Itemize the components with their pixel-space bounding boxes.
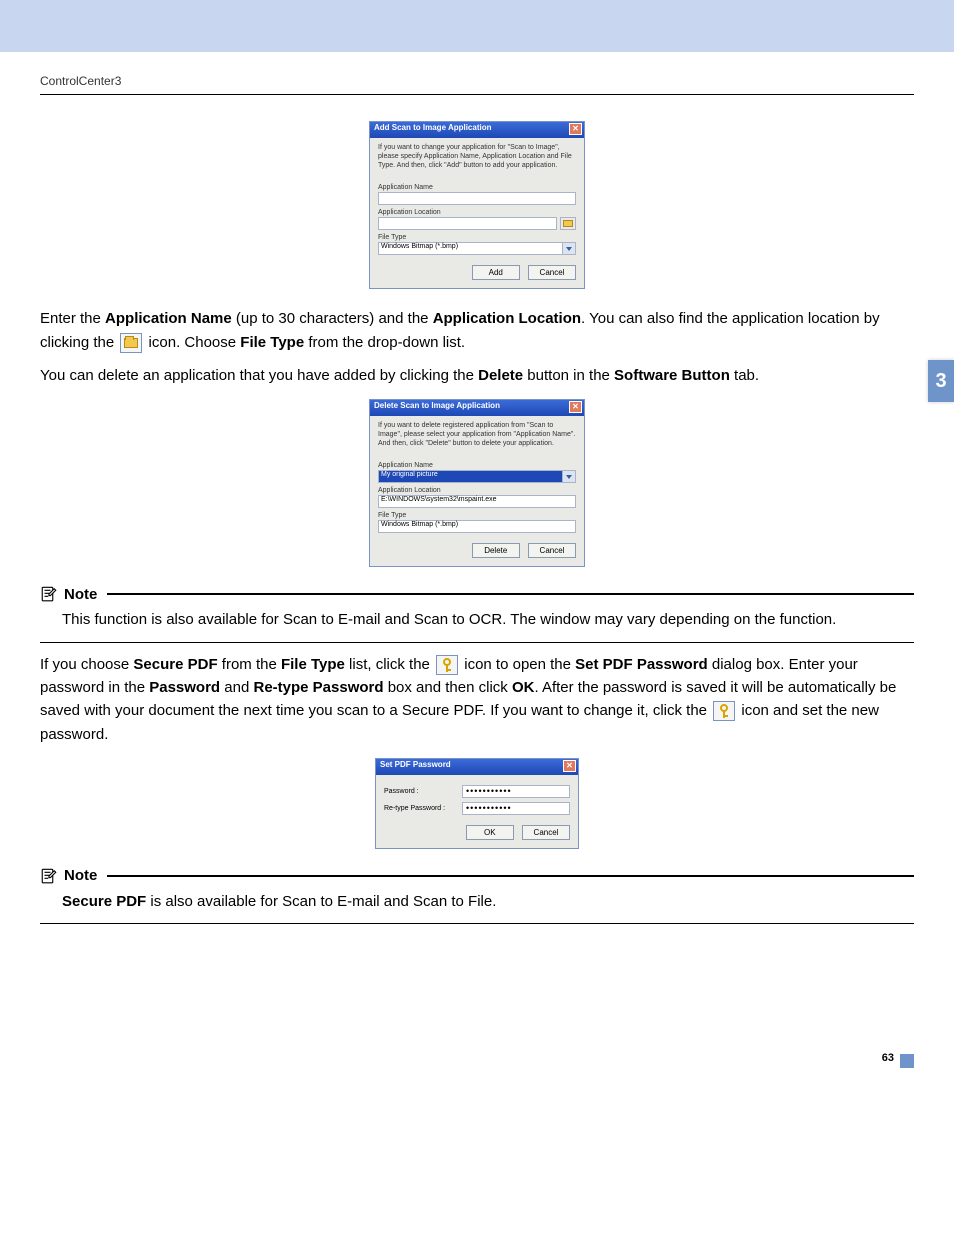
password-label: Password : bbox=[384, 788, 462, 795]
close-icon[interactable]: ✕ bbox=[563, 760, 576, 772]
note-icon bbox=[40, 867, 58, 885]
app-name-label: Application Name bbox=[378, 184, 576, 191]
footer-mark bbox=[900, 1054, 914, 1068]
cancel-button[interactable]: Cancel bbox=[528, 543, 576, 558]
delete-button[interactable]: Delete bbox=[472, 543, 520, 558]
paragraph: You can delete an application that you h… bbox=[40, 364, 914, 387]
folder-icon bbox=[124, 338, 138, 348]
set-pdf-password-dialog: Set PDF Password ✕ Password : ••••••••••… bbox=[375, 758, 579, 849]
breadcrumb: ControlCenter3 bbox=[40, 74, 914, 88]
dialog-titlebar: Delete Scan to Image Application ✕ bbox=[370, 400, 584, 416]
note-title: Note bbox=[64, 586, 97, 603]
add-button[interactable]: Add bbox=[472, 265, 520, 280]
app-location-label: Application Location bbox=[378, 209, 576, 216]
key-inline-icon bbox=[713, 701, 735, 721]
note-title: Note bbox=[64, 867, 97, 884]
note-rule bbox=[107, 593, 914, 595]
paragraph: Enter the Application Name (up to 30 cha… bbox=[40, 307, 914, 354]
header-rule bbox=[40, 94, 914, 95]
app-name-select[interactable]: My original picture bbox=[378, 470, 576, 483]
add-app-dialog: Add Scan to Image Application ✕ If you w… bbox=[369, 121, 585, 289]
browse-button[interactable] bbox=[560, 217, 576, 230]
app-name-value: My original picture bbox=[381, 471, 438, 478]
note-body: Secure PDF is also available for Scan to… bbox=[40, 885, 914, 924]
note-box: Note Secure PDF is also available for Sc… bbox=[40, 867, 914, 925]
file-type-field: Windows Bitmap (*.bmp) bbox=[378, 520, 576, 533]
retype-password-label: Re-type Password : bbox=[384, 805, 462, 812]
cancel-button[interactable]: Cancel bbox=[528, 265, 576, 280]
cancel-button[interactable]: Cancel bbox=[522, 825, 570, 840]
password-field[interactable]: ••••••••••• bbox=[462, 785, 570, 798]
app-location-field: E:\WINDOWS\system32\mspaint.exe bbox=[378, 495, 576, 508]
note-body: This function is also available for Scan… bbox=[40, 603, 914, 642]
paragraph: If you choose Secure PDF from the File T… bbox=[40, 653, 914, 746]
dialog-title: Add Scan to Image Application bbox=[374, 123, 492, 132]
note-end-rule bbox=[40, 923, 914, 924]
top-header-band bbox=[0, 0, 954, 52]
close-icon[interactable]: ✕ bbox=[569, 123, 582, 135]
dialog-description: If you want to change your application f… bbox=[378, 144, 576, 170]
note-icon bbox=[40, 585, 58, 603]
note-end-rule bbox=[40, 642, 914, 643]
dialog-description: If you want to delete registered applica… bbox=[378, 422, 576, 448]
file-type-label: File Type bbox=[378, 512, 576, 519]
chevron-down-icon[interactable] bbox=[562, 243, 575, 254]
app-name-field[interactable] bbox=[378, 192, 576, 205]
file-type-label: File Type bbox=[378, 234, 576, 241]
dialog-titlebar: Set PDF Password ✕ bbox=[376, 759, 578, 775]
key-icon bbox=[443, 658, 451, 672]
dialog-title: Delete Scan to Image Application bbox=[374, 401, 500, 410]
dialog-titlebar: Add Scan to Image Application ✕ bbox=[370, 122, 584, 138]
key-inline-icon bbox=[436, 655, 458, 675]
delete-app-dialog: Delete Scan to Image Application ✕ If yo… bbox=[369, 399, 585, 567]
app-name-label: Application Name bbox=[378, 462, 576, 469]
browse-inline-icon bbox=[120, 333, 142, 353]
close-icon[interactable]: ✕ bbox=[569, 401, 582, 413]
folder-icon bbox=[563, 220, 573, 227]
retype-password-field[interactable]: ••••••••••• bbox=[462, 802, 570, 815]
dialog-title: Set PDF Password bbox=[380, 760, 451, 769]
page-number: 63 bbox=[882, 1052, 894, 1064]
chevron-down-icon[interactable] bbox=[562, 471, 575, 482]
file-type-value: Windows Bitmap (*.bmp) bbox=[381, 243, 458, 250]
app-location-label: Application Location bbox=[378, 487, 576, 494]
note-rule bbox=[107, 875, 914, 877]
chapter-tab: 3 bbox=[928, 360, 954, 402]
file-type-select[interactable]: Windows Bitmap (*.bmp) bbox=[378, 242, 576, 255]
note-box: Note This function is also available for… bbox=[40, 585, 914, 643]
app-location-field[interactable] bbox=[378, 217, 557, 230]
ok-button[interactable]: OK bbox=[466, 825, 514, 840]
key-icon bbox=[720, 704, 728, 718]
